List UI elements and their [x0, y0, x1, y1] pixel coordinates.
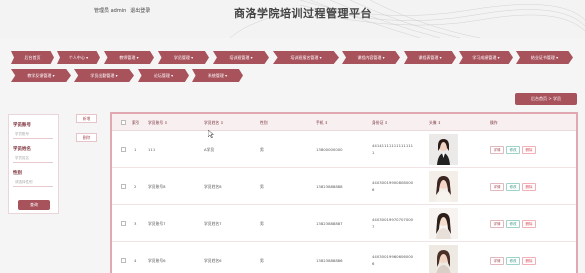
header: 管理员 admin 退出登录 商洛学院培训过程管理平台 [0, 0, 585, 38]
nav-item-feedback[interactable]: 教学反馈管理 ▾ [11, 69, 71, 82]
cell-account: 学员账号8 [148, 183, 166, 189]
nav-item-teachers[interactable]: 教师管理 ▾ [104, 51, 154, 64]
female-photo-icon [429, 245, 458, 273]
name-label: 学员姓名 [13, 147, 31, 152]
th-id-card[interactable]: 身份证 ⇕ [372, 114, 388, 131]
table-row: 1 111 A学员 男 13800000000 4414111111111111… [112, 131, 576, 168]
students-table: 索引 学员账号 ⇕ 学员姓名 ⇕ 性别 手机 ⇕ 身份证 ⇕ 头像 ⇕ 操作 1… [110, 112, 578, 273]
cell-index: 3 [134, 221, 137, 226]
row-checkbox[interactable] [121, 258, 126, 263]
cell-index: 2 [134, 184, 137, 189]
admin-label: 管理员 admin [94, 8, 127, 14]
edit-button[interactable]: 修改 [506, 220, 520, 228]
cell-gender: 男 [260, 220, 264, 226]
cell-phone: 13800000000 [316, 147, 343, 152]
edit-button[interactable]: 修改 [506, 146, 520, 154]
cell-account: 学员账号7 [148, 220, 166, 226]
gender-select[interactable]: 请选择性别 [13, 179, 53, 187]
detail-button[interactable]: 详情 [490, 220, 504, 228]
th-actions: 操作 [490, 119, 498, 125]
table-row: 3 学员账号7 学员姓名7 男 13823888887 440300199707… [112, 205, 576, 242]
cell-account: 学员账号6 [148, 257, 166, 263]
cell-gender: 男 [260, 183, 264, 189]
delete-button[interactable]: 删除 [522, 257, 536, 265]
cell-phone: 13823888888 [316, 184, 343, 189]
female-photo-icon [429, 171, 458, 202]
delete-button[interactable]: 删除 [522, 183, 536, 191]
cell-id-card: 441411111111111111 [372, 143, 414, 155]
nav-item-attendance[interactable]: 学员出勤管理 ▾ [74, 69, 134, 82]
admin-info: 管理员 admin 退出登录 [94, 7, 150, 14]
account-input[interactable]: 学员账号 [13, 131, 53, 139]
account-label: 学员账号 [13, 123, 31, 128]
nav-item-class-signup[interactable]: 培训班报名管理 ▾ [273, 51, 339, 64]
delete-button[interactable]: 删除 [522, 220, 536, 228]
detail-button[interactable]: 详情 [490, 257, 504, 265]
nav-item-schedule[interactable]: 课程表管理 ▾ [404, 51, 456, 64]
detail-button[interactable]: 详情 [490, 146, 504, 154]
nav-item-students[interactable]: 学员管理 ▾ [158, 51, 209, 64]
nav-item-forum[interactable]: 论坛管理 ▾ [138, 69, 189, 82]
breadcrumb: 后台首页 > 学员 [515, 93, 577, 105]
table-header: 索引 学员账号 ⇕ 学员姓名 ⇕ 性别 手机 ⇕ 身份证 ⇕ 头像 ⇕ 操作 [112, 114, 576, 131]
th-phone[interactable]: 手机 ⇕ [316, 114, 328, 131]
nav-item-grades[interactable]: 学习成绩管理 ▾ [459, 51, 513, 64]
nav-item-profile[interactable]: 个人中心 ▾ [57, 51, 100, 64]
table-row: 4 学员账号6 学员姓名6 男 13823888886 440300199606… [112, 242, 576, 273]
select-all-checkbox[interactable] [121, 120, 126, 125]
edit-button[interactable]: 修改 [506, 183, 520, 191]
cell-index: 4 [134, 258, 137, 263]
th-account[interactable]: 学员账号 ⇕ [148, 114, 168, 131]
nav-item-system[interactable]: 系统管理 ▾ [192, 69, 243, 82]
cell-gender: 男 [260, 146, 264, 152]
row-checkbox[interactable] [121, 184, 126, 189]
cell-phone: 13823888887 [316, 221, 343, 226]
cell-name: 学员姓名8 [204, 183, 222, 189]
search-button[interactable]: 查询 [18, 200, 50, 210]
nav-item-course-content[interactable]: 课程内容管理 ▾ [342, 51, 400, 64]
bulk-delete-button[interactable]: 删除 [76, 133, 97, 142]
nav-item-home[interactable]: 后台首页 [11, 51, 54, 64]
female-photo-icon [429, 134, 458, 165]
female-photo-icon [429, 208, 458, 239]
gender-label: 性别 [13, 171, 22, 176]
th-name[interactable]: 学员姓名 ⇕ [204, 114, 224, 131]
nav-item-classes[interactable]: 培训班管理 ▾ [213, 51, 269, 64]
table-row: 2 学员账号8 学员姓名8 男 13823888888 440300199008… [112, 168, 576, 205]
logout-link[interactable]: 退出登录 [130, 7, 150, 14]
row-checkbox[interactable] [121, 147, 126, 152]
delete-button[interactable]: 删除 [522, 146, 536, 154]
edit-button[interactable]: 修改 [506, 257, 520, 265]
cell-index: 1 [134, 147, 137, 152]
add-button[interactable]: 新增 [76, 114, 97, 123]
cell-id-card: 440300199707070007 [372, 217, 414, 229]
row-checkbox[interactable] [121, 221, 126, 226]
cell-gender: 男 [260, 257, 264, 263]
cell-name: 学员姓名7 [204, 220, 222, 226]
th-photo[interactable]: 头像 ⇕ [429, 114, 441, 131]
site-title: 商洛学院培训过程管理平台 [234, 7, 372, 20]
mouse-cursor-icon [208, 130, 214, 138]
name-input[interactable]: 学员姓名 [13, 155, 53, 163]
search-panel: 学员账号 学员账号 学员姓名 学员姓名 性别 请选择性别 查询 [8, 114, 59, 214]
th-gender: 性别 [260, 119, 268, 125]
cell-account: 111 [148, 147, 156, 152]
cell-id-card: 440300199606060006 [372, 254, 414, 266]
detail-button[interactable]: 详情 [490, 183, 504, 191]
nav-item-certificates[interactable]: 结业证书管理 ▾ [516, 51, 573, 64]
cell-name: 学员姓名6 [204, 257, 222, 263]
th-index: 索引 [132, 120, 140, 125]
cell-phone: 13823888886 [316, 258, 343, 263]
cell-id-card: 440300199008080006 [372, 180, 414, 192]
